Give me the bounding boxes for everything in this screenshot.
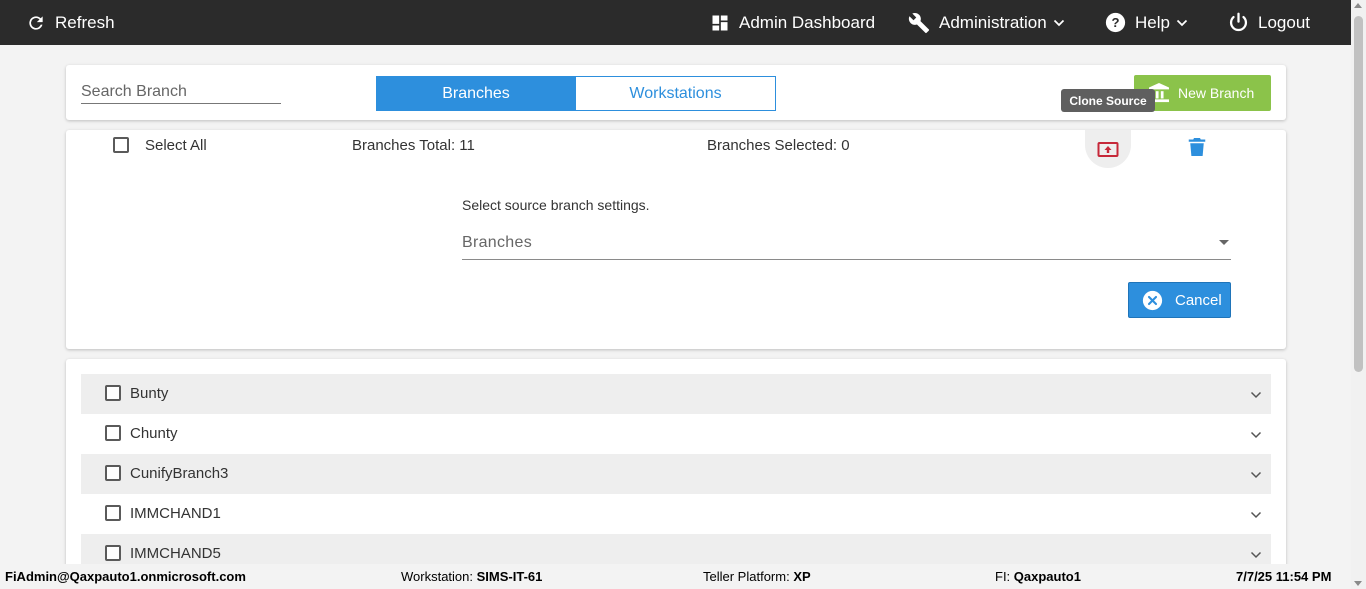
scroll-down-arrow-icon[interactable] [1354,581,1362,586]
source-branch-select-value: Branches [462,234,532,251]
help-menu[interactable]: ? Help [1105,0,1188,45]
delete-button[interactable] [1188,137,1206,162]
clone-source-tooltip: Clone Source [1061,89,1155,112]
admin-dashboard-link[interactable]: Admin Dashboard [710,0,875,45]
refresh-icon [29,15,43,30]
trash-icon [1188,138,1206,156]
status-datetime: 7/7/25 11:54 PM [1236,569,1332,584]
source-prompt: Select source branch settings. [462,197,650,213]
svg-text:?: ? [1111,15,1119,30]
tab-branches[interactable]: Branches [376,76,576,111]
logout-button[interactable]: Logout [1228,0,1310,45]
chevron-down-icon [1053,19,1064,26]
branch-row[interactable]: Bunty [81,374,1271,414]
status-platform: Teller Platform: XP [703,569,811,584]
new-branch-label: New Branch [1178,85,1255,101]
branch-row-label: Bunty [130,385,169,402]
clone-source-panel: Select All Branches Total: 11 Branches S… [66,130,1286,349]
cancel-button[interactable]: Cancel [1128,282,1231,318]
workstation-label: Workstation: [401,569,474,584]
chevron-down-icon[interactable] [1250,549,1262,561]
cancel-label: Cancel [1175,291,1222,309]
fi-label: FI: [995,569,1011,584]
fi-value: Qaxpauto1 [1013,569,1081,584]
clone-source-button[interactable] [1085,130,1131,168]
caret-down-icon [1219,240,1229,245]
status-workstation: Workstation: SIMS-IT-61 [401,569,542,584]
platform-value: XP [793,569,811,584]
branch-row[interactable]: CunifyBranch3 [81,454,1271,494]
help-label: Help [1135,12,1170,32]
chevron-down-icon[interactable] [1250,469,1262,481]
help-circle-icon: ? [1105,12,1126,33]
refresh-label: Refresh [55,12,115,32]
branch-row-label: IMMCHAND1 [130,505,221,522]
select-all-checkbox[interactable] [113,137,129,153]
administration-menu[interactable]: Administration [908,0,1065,45]
page-scrollbar[interactable] [1351,0,1366,589]
admin-dashboard-label: Admin Dashboard [739,12,876,32]
branches-selected: Branches Selected: 0 [707,137,850,154]
status-user: FiAdmin@Qaxpauto1.onmicrosoft.com [5,569,246,584]
branch-row-checkbox[interactable] [105,505,121,521]
branch-row-checkbox[interactable] [105,385,121,401]
refresh-button[interactable]: Refresh [26,0,115,45]
status-fi: FI: Qaxpauto1 [995,569,1081,584]
chevron-down-icon[interactable] [1250,429,1262,441]
administration-label: Administration [939,12,1047,32]
branch-list-card: Bunty Chunty CunifyBranch3 IMMCHAND1 IMM… [66,359,1286,589]
branch-row-label: Chunty [130,425,178,442]
source-branch-select[interactable]: Branches [462,228,1231,260]
chevron-down-icon[interactable] [1250,509,1262,521]
chevron-down-icon [1176,19,1188,26]
logout-label: Logout [1258,12,1310,32]
branch-row-label: IMMCHAND5 [130,545,221,562]
platform-label: Teller Platform: [703,569,790,584]
scrollbar-thumb[interactable] [1354,16,1363,372]
top-nav-bar: Refresh Admin Dashboard Administration ?… [0,0,1366,45]
select-all-label: Select All [145,137,207,154]
branch-row-checkbox[interactable] [105,465,121,481]
search-input[interactable] [81,81,281,103]
workstation-value: SIMS-IT-61 [476,569,543,584]
branch-row-checkbox[interactable] [105,425,121,441]
branch-row-label: CunifyBranch3 [130,465,229,482]
wrench-icon [908,12,930,33]
branch-row-checkbox[interactable] [105,545,121,561]
chevron-down-icon[interactable] [1250,389,1262,401]
status-bar: FiAdmin@Qaxpauto1.onmicrosoft.com Workst… [0,564,1351,589]
branch-row[interactable]: IMMCHAND1 [81,494,1271,534]
search-field [81,81,281,104]
close-circle-icon [1142,290,1163,310]
dashboard-icon [712,15,728,30]
tab-workstations[interactable]: Workstations [575,76,776,111]
branches-total: Branches Total: 11 [352,137,475,154]
clone-upload-icon [1097,142,1119,157]
branch-row[interactable]: Chunty [81,414,1271,454]
power-icon [1229,12,1248,32]
scroll-up-arrow-icon[interactable] [1354,3,1362,8]
